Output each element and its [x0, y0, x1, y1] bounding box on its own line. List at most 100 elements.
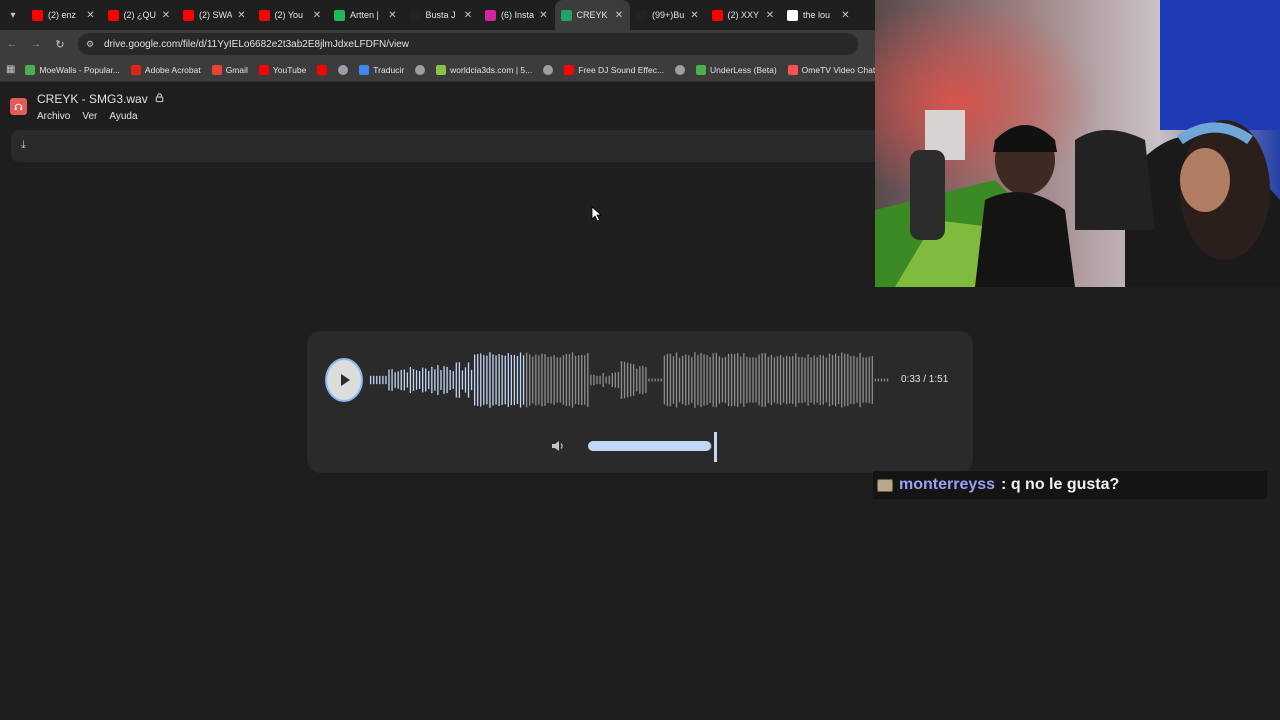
tab-title: CREYK [576, 10, 608, 20]
close-tab-icon[interactable]: ✕ [237, 10, 247, 21]
waveform-bar [663, 355, 665, 405]
bookmark-item[interactable] [317, 64, 328, 75]
waveform-bar [522, 355, 525, 405]
browser-tab[interactable]: (2) enz ✕ [26, 0, 102, 30]
browser-tab[interactable]: (2) SWA ✕ [177, 0, 253, 30]
clapperboard-badge-icon [877, 478, 893, 492]
reload-icon[interactable]: ↻ [48, 30, 72, 58]
youtube-icon [258, 9, 270, 21]
waveform-bar [730, 353, 733, 407]
drive-viewer-header: CREYK - SMG3.wav Archivo Ver Ayuda [0, 83, 875, 129]
waveform-scrubber[interactable] [370, 351, 890, 409]
waveform-bar [443, 366, 445, 394]
bookmark-item[interactable]: MoeWalls - Popular... [25, 64, 120, 75]
waveform-bar [877, 378, 880, 382]
waveform-bar [434, 369, 436, 391]
waveform-bar [477, 354, 479, 406]
close-tab-icon[interactable]: ✕ [690, 10, 700, 21]
waveform-bar [782, 357, 785, 403]
apps-grid-icon[interactable]: ▦ [6, 64, 15, 75]
browser-tab[interactable]: Artten | ✕ [328, 0, 404, 30]
bookmarks-bar: ▦ MoeWalls - Popular... Adobe Acrobat Gmai… [0, 58, 875, 82]
browser-tab[interactable]: (6) Insta ✕ [479, 0, 555, 30]
waveform-bar [495, 355, 497, 405]
bookmark-label: UnderLess (Beta) [710, 64, 777, 75]
browser-tab[interactable]: the lou ✕ [781, 0, 857, 30]
close-tab-icon[interactable]: ✕ [539, 10, 549, 21]
waveform-bar [688, 355, 690, 405]
shared-lock-icon[interactable] [154, 92, 165, 106]
browser-tab[interactable]: (2) You ✕ [253, 0, 329, 30]
waveform-bar [620, 361, 623, 399]
screen: ▾ (2) enz ✕ (2) ¿QU ✕ (2) SWA ✕ (2) You ✕ Artten… [0, 0, 1280, 720]
download-icon[interactable]: ⤓ [21, 139, 26, 152]
bookmark-item[interactable] [543, 64, 554, 75]
waveform-bar [400, 369, 402, 391]
webcam-feed [875, 0, 1280, 287]
forward-arrow-icon[interactable]: → [24, 30, 48, 58]
menu-archivo[interactable]: Archivo [37, 111, 70, 122]
browser-toolbar: ← → ↻ ⚙ drive.google.com/file/d/11YyIELo… [0, 30, 875, 58]
underless-icon [696, 64, 707, 75]
waveform-bar [550, 356, 552, 404]
waveform-bar [841, 352, 843, 408]
waveform-bar [412, 368, 415, 392]
tab-title: (99+)Bu [652, 10, 685, 20]
menu-ayuda[interactable]: Ayuda [109, 111, 137, 122]
tab-search-chevron-icon[interactable]: ▾ [0, 0, 26, 30]
bookmark-item[interactable]: Gmail [211, 64, 248, 75]
bookmark-item[interactable]: Free DJ Sound Effec... [564, 64, 664, 75]
browser-tab[interactable]: (2) ¿QU ✕ [102, 0, 178, 30]
bookmark-item[interactable]: Traducir [359, 64, 404, 75]
site-info-icon[interactable]: ⚙ [86, 39, 96, 49]
close-tab-icon[interactable]: ✕ [614, 10, 624, 21]
close-tab-icon[interactable]: ✕ [841, 10, 851, 21]
file-title: CREYK - SMG3.wav [37, 92, 165, 106]
bookmark-item[interactable]: worldcia3ds.com | 5... [436, 64, 532, 75]
bookmark-item[interactable]: Adobe Acrobat [130, 64, 201, 75]
back-arrow-icon[interactable]: ← [0, 30, 24, 58]
waveform-bar [779, 355, 782, 405]
waveform-bar [865, 357, 867, 403]
waveform-bar [422, 367, 424, 393]
close-tab-icon[interactable]: ✕ [463, 10, 473, 21]
waveform-bar [743, 353, 745, 407]
waveform-bar [715, 352, 717, 408]
menu-ver[interactable]: Ver [82, 111, 97, 122]
volume-icon[interactable] [551, 439, 565, 453]
waveform-bar [626, 362, 629, 398]
tab-title: (2) SWA [199, 10, 232, 20]
close-tab-icon[interactable]: ✕ [161, 10, 171, 21]
bookmark-item[interactable] [338, 64, 349, 75]
close-tab-icon[interactable]: ✕ [765, 10, 775, 21]
bookmark-item[interactable]: YouTube [258, 64, 306, 75]
waveform-bar [376, 375, 378, 385]
waveform-bar [425, 368, 427, 392]
waveform-bar [504, 355, 506, 405]
waveform-bar [810, 357, 812, 403]
waveform-bar [862, 357, 864, 403]
waveform-bar [510, 354, 513, 406]
waveform-bar [516, 356, 519, 404]
bookmark-item[interactable] [415, 64, 426, 75]
volume-slider-thumb[interactable] [714, 432, 717, 462]
play-button[interactable] [325, 358, 363, 402]
waveform-bar [470, 369, 473, 391]
browser-tab[interactable]: Busta J ✕ [404, 0, 480, 30]
volume-slider[interactable] [588, 441, 712, 451]
waveform-bar [859, 352, 861, 408]
browser-tab[interactable]: (2) XXY ✕ [706, 0, 782, 30]
bookmark-item[interactable] [675, 64, 686, 75]
browser-tab[interactable]: CREYK ✕ [554, 0, 630, 30]
waveform-bar [746, 356, 748, 404]
waveform-bar [709, 357, 711, 403]
close-tab-icon[interactable]: ✕ [86, 10, 96, 21]
close-tab-icon[interactable]: ✕ [388, 10, 398, 21]
url-text[interactable]: drive.google.com/file/d/11YyIELo6682e2t3… [104, 39, 409, 50]
waveform-bar [571, 352, 574, 408]
close-tab-icon[interactable]: ✕ [312, 10, 322, 21]
bookmark-item[interactable]: UnderLess (Beta) [696, 64, 777, 75]
bookmark-item[interactable]: OmeTV Video Chat... [787, 64, 875, 75]
address-bar[interactable]: ⚙ drive.google.com/file/d/11YyIELo6682e2… [78, 33, 858, 55]
browser-tab[interactable]: (99+)Bu ✕ [630, 0, 706, 30]
